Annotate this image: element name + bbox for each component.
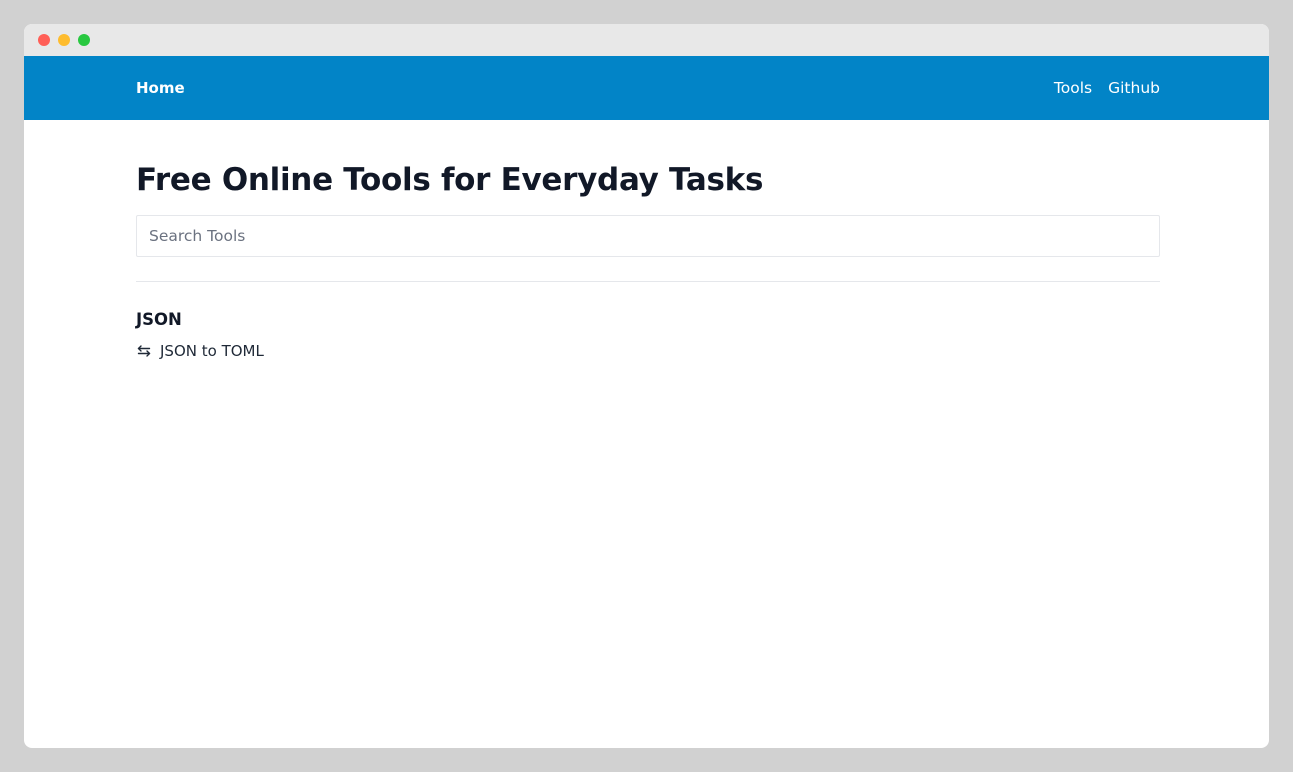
close-window-button[interactable] — [38, 34, 50, 46]
swap-arrows-icon — [136, 343, 152, 359]
nav-tools-link[interactable]: Tools — [1054, 79, 1092, 97]
maximize-window-button[interactable] — [78, 34, 90, 46]
minimize-window-button[interactable] — [58, 34, 70, 46]
page-title: Free Online Tools for Everyday Tasks — [136, 162, 764, 198]
category-section-json: JSON JSON to TOML — [136, 310, 1160, 360]
browser-window: Home Tools Github Free Online Tools for … — [24, 24, 1269, 748]
nav-links: Tools Github — [1054, 79, 1160, 97]
main-content: Free Online Tools for Everyday Tasks JSO… — [136, 120, 1160, 360]
search-tools-input[interactable] — [136, 215, 1160, 258]
nav-github-link[interactable]: Github — [1108, 79, 1160, 97]
tool-link-label: JSON to TOML — [160, 342, 264, 361]
tool-link-json-to-toml[interactable]: JSON to TOML — [136, 342, 1160, 360]
category-heading: JSON — [136, 310, 182, 330]
nav-home-link[interactable]: Home — [136, 79, 185, 97]
top-navbar: Home Tools Github — [24, 56, 1269, 120]
navbar-inner: Home Tools Github — [136, 56, 1160, 120]
divider — [136, 281, 1160, 283]
window-titlebar — [24, 24, 1269, 56]
